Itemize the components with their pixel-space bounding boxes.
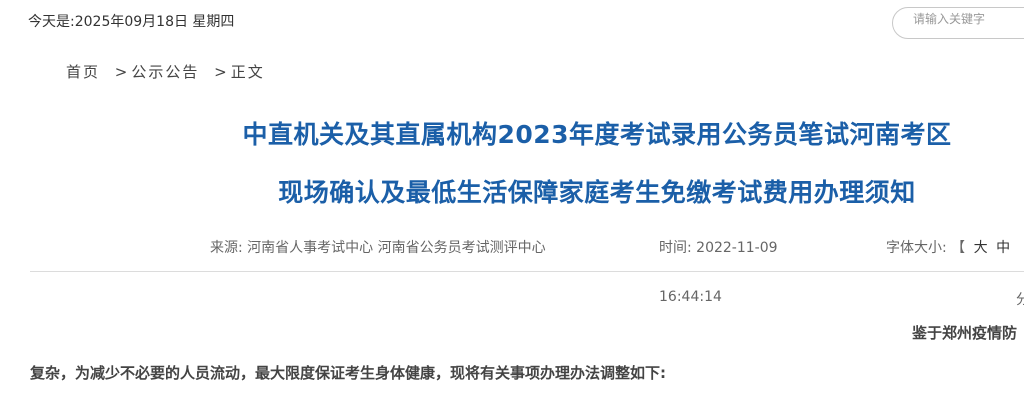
- font-size-control: 字体大小: 【 大 中: [886, 237, 1010, 257]
- article-source: 来源: 河南省人事考试中心 河南省公务员考试测评中心: [210, 237, 546, 257]
- divider: [30, 271, 1024, 272]
- current-date: 今天是:2025年09月18日 星期四: [28, 14, 235, 30]
- clipped-text: 分: [1016, 292, 1024, 308]
- article-time: 时间: 2022-11-09: [659, 237, 778, 257]
- search-box[interactable]: [892, 7, 1024, 39]
- article-title-line-2: 现场确认及最低生活保障家庭考生免缴考试费用办理须知: [278, 178, 916, 207]
- breadcrumb-section[interactable]: 公示公告: [131, 63, 199, 81]
- font-size-bracket: 【: [951, 240, 966, 256]
- source-label: 来源:: [210, 240, 243, 256]
- time-clock: 16:44:14: [659, 289, 722, 305]
- breadcrumb-current: 正文: [230, 63, 265, 81]
- time-label: 时间:: [659, 240, 692, 256]
- paragraph-1-fragment: 鉴于郑州疫情防: [912, 324, 1018, 342]
- search-input[interactable]: [911, 11, 1024, 27]
- article-title-line-1: 中直机关及其直属机构2023年度考试录用公务员笔试河南考区: [242, 120, 952, 149]
- font-size-large-button[interactable]: 大: [974, 240, 988, 256]
- breadcrumb-home[interactable]: 首页: [66, 63, 100, 81]
- breadcrumb-separator: >: [214, 63, 229, 81]
- breadcrumb-separator: >: [114, 63, 130, 81]
- breadcrumb: 首页 > 公示公告 > 正文: [66, 61, 265, 82]
- source-value: 河南省人事考试中心 河南省公务员考试测评中心: [247, 240, 546, 256]
- font-size-medium-button[interactable]: 中: [996, 240, 1010, 256]
- paragraph-2: 复杂，为减少不必要的人员流动，最大限度保证考生身体健康，现将有关事项办理办法调整…: [30, 364, 667, 382]
- font-size-label: 字体大小:: [886, 240, 947, 256]
- time-date: 2022-11-09: [696, 240, 778, 256]
